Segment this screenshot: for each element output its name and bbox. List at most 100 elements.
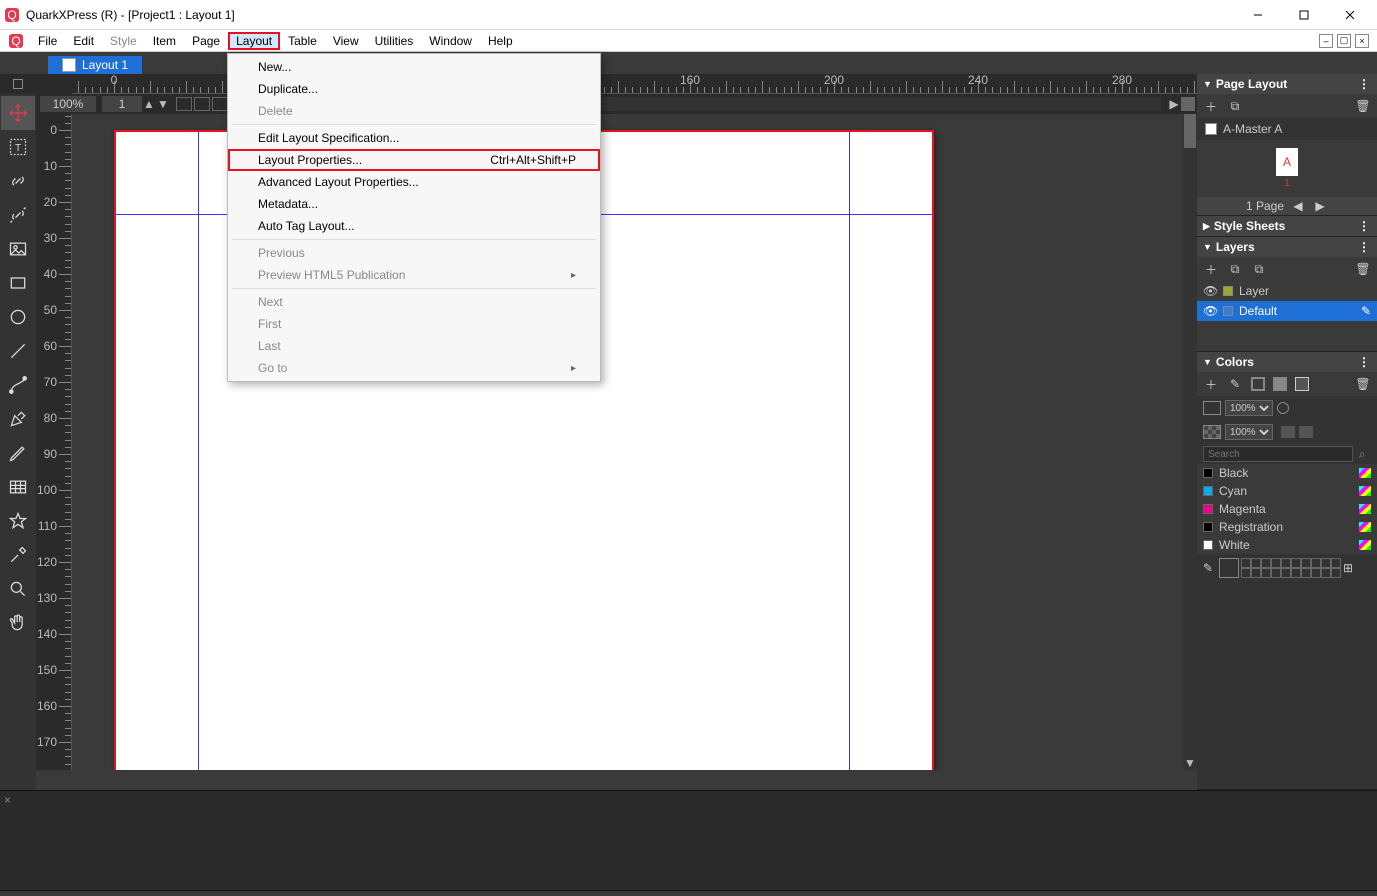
- visibility-icon[interactable]: 👁: [1203, 304, 1217, 318]
- move-tool[interactable]: [1, 96, 35, 130]
- color-search-input[interactable]: [1203, 446, 1353, 462]
- swatch-cell[interactable]: [1241, 558, 1251, 568]
- menu-table[interactable]: Table: [280, 32, 325, 50]
- menu-item-duplicate[interactable]: Duplicate...: [228, 78, 600, 100]
- oval-tool[interactable]: [1, 300, 35, 334]
- page-layout-header[interactable]: ▼Page Layout⋮: [1197, 74, 1377, 94]
- vertical-scrollbar[interactable]: ▲ ▼: [1183, 94, 1197, 770]
- colors-header[interactable]: ▼Colors⋮: [1197, 352, 1377, 372]
- rectangle-tool[interactable]: [1, 266, 35, 300]
- menu-view[interactable]: View: [325, 32, 367, 50]
- menu-page[interactable]: Page: [184, 32, 228, 50]
- color-row[interactable]: Magenta: [1197, 500, 1377, 518]
- hand-tool[interactable]: [1, 606, 35, 640]
- menu-item-edit-layout-specification[interactable]: Edit Layout Specification...: [228, 127, 600, 149]
- minimize-button[interactable]: [1235, 0, 1281, 30]
- scroll-down-icon[interactable]: ▼: [1183, 756, 1197, 770]
- add-color-icon[interactable]: ＋: [1203, 376, 1219, 392]
- swatch-cell[interactable]: [1311, 558, 1321, 568]
- menu-item-new[interactable]: New...: [228, 56, 600, 78]
- ruler-origin[interactable]: [36, 74, 72, 94]
- panel-menu-icon[interactable]: ⋮: [1358, 219, 1371, 233]
- link-tool[interactable]: [1, 164, 35, 198]
- opacity-swatch-icon[interactable]: [1203, 425, 1221, 439]
- current-color-swatch[interactable]: [1219, 558, 1239, 578]
- swatch-cell[interactable]: [1251, 568, 1261, 578]
- zoom-tool[interactable]: [1, 572, 35, 606]
- page-thumbnail[interactable]: A 1: [1197, 140, 1377, 197]
- menu-item-auto-tag-layout[interactable]: Auto Tag Layout...: [228, 215, 600, 237]
- menu-item[interactable]: Item: [145, 32, 184, 50]
- swatch-cell[interactable]: [1301, 558, 1311, 568]
- swatch-cell[interactable]: [1321, 558, 1331, 568]
- swatch-cell[interactable]: [1331, 568, 1341, 578]
- duplicate-page-icon[interactable]: ⧉: [1227, 98, 1243, 114]
- swatch-cell[interactable]: [1291, 568, 1301, 578]
- swatch-cell[interactable]: [1301, 568, 1311, 578]
- layers-header[interactable]: ▼Layers⋮: [1197, 237, 1377, 257]
- swatch-cell[interactable]: [1271, 558, 1281, 568]
- mdi-close-button[interactable]: ×: [1355, 34, 1369, 48]
- tint-select[interactable]: 100%: [1225, 400, 1273, 416]
- blend-b-icon[interactable]: [1299, 426, 1313, 438]
- zoom-field[interactable]: 100%: [40, 96, 96, 112]
- close-button[interactable]: [1327, 0, 1373, 30]
- menu-utilities[interactable]: Utilities: [367, 32, 422, 50]
- view-thumb-icon[interactable]: [212, 97, 228, 111]
- swatch-cell[interactable]: [1271, 568, 1281, 578]
- color-row[interactable]: Black: [1197, 464, 1377, 482]
- menu-edit[interactable]: Edit: [65, 32, 102, 50]
- frame-color-icon[interactable]: [1251, 377, 1265, 391]
- delete-page-icon[interactable]: 🗑: [1355, 98, 1371, 114]
- menu-help[interactable]: Help: [480, 32, 521, 50]
- color-row[interactable]: Registration: [1197, 518, 1377, 536]
- color-row[interactable]: Cyan: [1197, 482, 1377, 500]
- mdi-restore-button[interactable]: ▢: [1337, 34, 1351, 48]
- vertical-scroll-thumb[interactable]: [1184, 108, 1196, 148]
- menu-style[interactable]: Style: [102, 32, 145, 50]
- statusbar-close-icon[interactable]: ×: [4, 793, 11, 807]
- swatch-cell[interactable]: [1311, 568, 1321, 578]
- document-tab[interactable]: Layout 1: [48, 56, 142, 74]
- bezier-tool[interactable]: [1, 368, 35, 402]
- delete-color-icon[interactable]: 🗑: [1355, 376, 1371, 392]
- menu-window[interactable]: Window: [421, 32, 480, 50]
- style-sheets-header[interactable]: ▶Style Sheets⋮: [1197, 216, 1377, 236]
- panel-menu-icon[interactable]: ⋮: [1358, 77, 1371, 91]
- unlink-tool[interactable]: [1, 198, 35, 232]
- swatch-cell[interactable]: [1281, 568, 1291, 578]
- prev-page-icon[interactable]: ◀: [1290, 199, 1306, 213]
- next-page-icon[interactable]: ▶: [1312, 199, 1328, 213]
- duplicate-layer-icon[interactable]: ⧉: [1251, 261, 1267, 277]
- swatch-cell[interactable]: [1261, 568, 1271, 578]
- page-field[interactable]: 1: [102, 96, 142, 112]
- page-down-icon[interactable]: ▼: [156, 97, 170, 111]
- text-tool[interactable]: T: [1, 130, 35, 164]
- add-layer-icon[interactable]: ＋: [1203, 261, 1219, 277]
- panel-menu-icon[interactable]: ⋮: [1358, 355, 1371, 369]
- table-tool[interactable]: [1, 470, 35, 504]
- add-page-icon[interactable]: ＋: [1203, 98, 1219, 114]
- swatch-cell[interactable]: [1261, 558, 1271, 568]
- pen-tool[interactable]: [1, 402, 35, 436]
- scroll-right-icon[interactable]: ▶: [1167, 97, 1181, 111]
- menu-item-advanced-layout-properties[interactable]: Advanced Layout Properties...: [228, 171, 600, 193]
- visibility-icon[interactable]: 👁: [1203, 284, 1217, 298]
- layer-row[interactable]: 👁Layer: [1197, 281, 1377, 301]
- eyedropper-icon[interactable]: ✎: [1203, 561, 1217, 575]
- tool-tab-handle[interactable]: [0, 74, 36, 94]
- guide-vertical-left[interactable]: [198, 132, 199, 770]
- master-page-row[interactable]: A-Master A: [1197, 118, 1377, 140]
- edit-icon[interactable]: ✎: [1361, 304, 1371, 318]
- blend-a-icon[interactable]: [1281, 426, 1295, 438]
- pencil-tool[interactable]: [1, 436, 35, 470]
- menu-item-layout-properties[interactable]: Layout Properties...Ctrl+Alt+Shift+P: [228, 149, 600, 171]
- picture-tool[interactable]: [1, 232, 35, 266]
- swatch-cell[interactable]: [1251, 558, 1261, 568]
- vertical-ruler[interactable]: 0102030405060708090100110120130140150160…: [36, 94, 72, 770]
- swatch-cell[interactable]: [1281, 558, 1291, 568]
- view-facing-icon[interactable]: [194, 97, 210, 111]
- line-tool[interactable]: [1, 334, 35, 368]
- swatch-cell[interactable]: [1331, 558, 1341, 568]
- text-color-icon[interactable]: [1295, 377, 1309, 391]
